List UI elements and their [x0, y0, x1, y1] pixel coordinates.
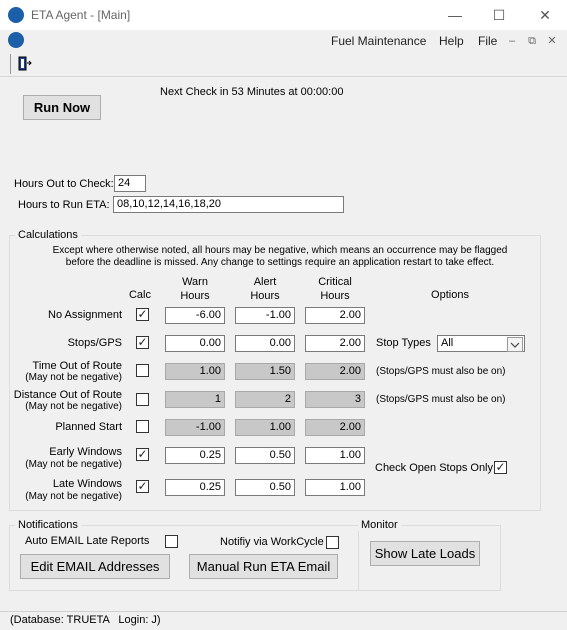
alert-stops-gps[interactable]: 0.00 [235, 335, 295, 352]
alert-no-assignment[interactable]: -1.00 [235, 307, 295, 324]
minimize-button[interactable]: — [440, 4, 470, 26]
toolbar [0, 52, 567, 77]
checkbox-auto-email[interactable] [165, 535, 178, 548]
manual-run-eta-email-button[interactable]: Manual Run ETA Email [189, 554, 338, 579]
menu-help[interactable]: Help [439, 34, 464, 48]
notify-workcycle-label: Notifiy via WorkCycle [220, 536, 324, 548]
row-label-no-assignment: No Assignment [48, 309, 122, 321]
header-calc: Calc [128, 289, 151, 301]
alert-time-out-of-route: 1.50 [235, 363, 295, 380]
row-sublabel-late-windows: (May not be negative) [25, 491, 122, 502]
mdi-minimize-button[interactable]: – [504, 34, 520, 48]
row-label-time-out-of-route: Time Out of Route [32, 360, 122, 372]
stop-types-value: All [441, 337, 454, 349]
row-label-distance-out-of-route: Distance Out of Route [13, 389, 122, 401]
warn-stops-gps[interactable]: 0.00 [165, 335, 225, 352]
header-critical-1: Critical [318, 276, 352, 288]
exit-door-icon[interactable] [10, 54, 37, 74]
next-check-text: Next Check in 53 Minutes at 00:00:00 [160, 86, 344, 98]
calculations-label: Calculations [15, 229, 81, 241]
maximize-button[interactable]: ☐ [484, 4, 514, 26]
header-critical-2: Hours [320, 290, 350, 302]
menu-fuel-maintenance[interactable]: Fuel Maintenance [331, 34, 426, 48]
gps-note-distance: (Stops/GPS must also be on) [376, 394, 506, 405]
checkbox-stops-gps[interactable]: ✓ [136, 336, 149, 349]
hours-run-input[interactable]: 08,10,12,14,16,18,20 [113, 196, 344, 213]
warn-early-windows[interactable]: 0.25 [165, 447, 225, 464]
critical-planned-start: 2.00 [305, 419, 365, 436]
monitor-label: Monitor [358, 519, 401, 531]
hours-out-input[interactable]: 24 [114, 175, 146, 192]
alert-planned-start: 1.00 [235, 419, 295, 436]
critical-late-windows[interactable]: 1.00 [305, 479, 365, 496]
mdi-app-icon[interactable] [8, 32, 24, 48]
close-button[interactable]: ✕ [530, 4, 560, 26]
checkbox-check-open-stops[interactable]: ✓ [494, 461, 507, 474]
check-open-stops-label: Check Open Stops Only [375, 462, 494, 474]
edit-email-button[interactable]: Edit EMAIL Addresses [20, 554, 170, 579]
checkbox-planned-start[interactable] [136, 420, 149, 433]
row-sublabel-distance-out-of-route: (May not be negative) [25, 401, 122, 412]
checkbox-no-assignment[interactable]: ✓ [136, 308, 149, 321]
critical-early-windows[interactable]: 1.00 [305, 447, 365, 464]
critical-no-assignment[interactable]: 2.00 [305, 307, 365, 324]
status-text: (Database: TRUETA Login: J) [10, 614, 161, 626]
warn-late-windows[interactable]: 0.25 [165, 479, 225, 496]
checkbox-early-windows[interactable]: ✓ [136, 448, 149, 461]
show-late-loads-button[interactable]: Show Late Loads [370, 541, 480, 566]
chevron-down-icon[interactable] [507, 337, 523, 352]
stop-types-label: Stop Types [376, 337, 431, 349]
warn-time-out-of-route: 1.00 [165, 363, 225, 380]
row-label-stops-gps: Stops/GPS [67, 337, 122, 349]
mdi-close-button[interactable]: ✕ [544, 34, 560, 48]
row-label-planned-start: Planned Start [55, 421, 122, 433]
notifications-label: Notifications [15, 519, 81, 531]
hours-out-label: Hours Out to Check: [14, 178, 114, 190]
alert-early-windows[interactable]: 0.50 [235, 447, 295, 464]
row-label-late-windows: Late Windows [52, 478, 122, 490]
app-icon [8, 7, 24, 23]
checkbox-time-out-of-route[interactable] [136, 364, 149, 377]
hours-run-label: Hours to Run ETA: [18, 199, 110, 211]
window-title: ETA Agent - [Main] [31, 8, 131, 22]
header-warn-1: Warn [182, 276, 208, 288]
header-warn-2: Hours [180, 290, 210, 302]
checkbox-notify-workcycle[interactable] [326, 536, 339, 549]
critical-stops-gps[interactable]: 2.00 [305, 335, 365, 352]
stop-types-select[interactable]: All [437, 335, 525, 352]
warn-no-assignment[interactable]: -6.00 [165, 307, 225, 324]
row-label-early-windows: Early Windows [49, 446, 122, 458]
warn-distance-out-of-route: 1 [165, 391, 225, 408]
alert-distance-out-of-route: 2 [235, 391, 295, 408]
warn-planned-start: -1.00 [165, 419, 225, 436]
row-sublabel-early-windows: (May not be negative) [25, 459, 122, 470]
menu-file[interactable]: File [478, 34, 497, 48]
mdi-restore-button[interactable]: ⧉ [524, 34, 540, 48]
run-now-button[interactable]: Run Now [23, 95, 101, 120]
checkbox-distance-out-of-route[interactable] [136, 393, 149, 406]
critical-time-out-of-route: 2.00 [305, 363, 365, 380]
header-alert-1: Alert [253, 276, 277, 288]
alert-late-windows[interactable]: 0.50 [235, 479, 295, 496]
auto-email-label: Auto EMAIL Late Reports [25, 535, 150, 547]
gps-note-time: (Stops/GPS must also be on) [376, 366, 506, 377]
header-options: Options [431, 289, 469, 301]
header-alert-2: Hours [250, 290, 280, 302]
calc-note-line2: before the deadline is missed. Any chang… [65, 257, 495, 268]
row-sublabel-time-out-of-route: (May not be negative) [25, 372, 122, 383]
checkbox-late-windows[interactable]: ✓ [136, 480, 149, 493]
calc-note-line1: Except where otherwise noted, all hours … [52, 245, 508, 256]
critical-distance-out-of-route: 3 [305, 391, 365, 408]
